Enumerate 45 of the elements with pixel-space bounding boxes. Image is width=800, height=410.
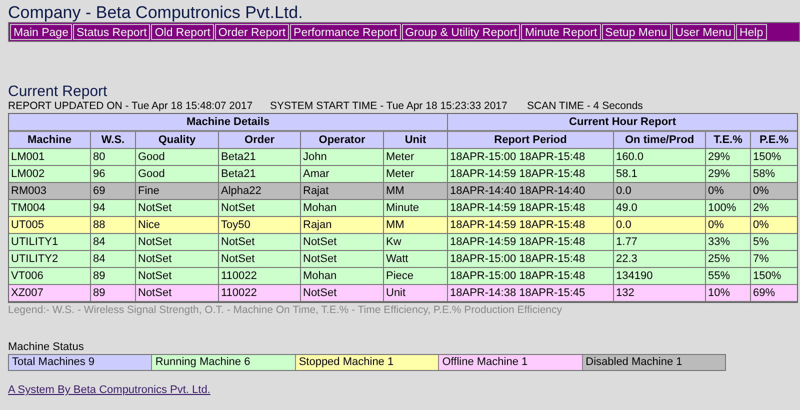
report-updated-text: REPORT UPDATED ON - Tue Apr 18 15:48:07 2017 (8, 100, 254, 112)
footer-link[interactable]: A System By Beta Computronics Pvt. Ltd. (8, 384, 210, 396)
menu-item[interactable]: Minute Report (521, 24, 601, 40)
system-start-text: SYSTEM START TIME - Tue Apr 18 15:23:33 2017 (270, 100, 508, 112)
status-summary-cell: Total Machines 9 (9, 355, 152, 370)
table-cell: 132 (614, 285, 706, 302)
column-header: Quality (136, 132, 219, 149)
table-cell: XZ007 (9, 285, 91, 302)
menu-item[interactable]: Help (736, 24, 767, 40)
status-summary-cell: Stopped Machine 1 (296, 355, 440, 370)
column-header: Machine (9, 132, 91, 149)
table-cell: 89 (91, 285, 136, 302)
menu-item[interactable]: Setup Menu (602, 24, 671, 40)
legend-text: Legend:- W.S. - Wireless Signal Strength, O.T. - Machine On Time, T.E.% - Time Efficiency, P.E.% Production Efficiency (8, 304, 564, 316)
column-header: P.E.% (751, 132, 798, 149)
table-cell: Unit (384, 285, 448, 302)
menu-item[interactable]: User Menu (672, 24, 735, 40)
column-header: W.S. (91, 132, 136, 149)
column-header: Unit (384, 132, 448, 149)
menu-item[interactable]: Status Report (72, 24, 150, 40)
table-cell: 69% (751, 285, 798, 302)
section-title: Machine Status (8, 341, 85, 354)
table-cell: 10% (706, 285, 752, 302)
table-cell: 110022 (219, 285, 301, 302)
report-title: Current Report (8, 83, 108, 100)
column-header: On time/Prod (614, 132, 706, 149)
column-header: Report Period (448, 132, 614, 149)
menu-item[interactable]: Performance Report (290, 24, 401, 40)
menu-item[interactable]: Old Report (151, 24, 214, 40)
status-summary-cell: Offline Machine 1 (439, 355, 583, 370)
column-header: Order (219, 132, 301, 149)
table-cell: 18APR-14:38 18APR-15:45 (448, 285, 614, 302)
column-header: T.E.% (706, 132, 752, 149)
status-summary-cell: Disabled Machine 1 (582, 355, 726, 370)
menu-item[interactable]: Group & Utility Report (402, 24, 520, 40)
company-title: Company - Beta Computronics Pvt.Ltd. (8, 2, 304, 22)
table-cell: NotSet (136, 285, 219, 302)
menu-item[interactable]: Order Report (214, 24, 290, 40)
status-summary-cell: Running Machine 6 (152, 355, 296, 370)
menu-item[interactable]: Main Page (10, 24, 72, 40)
group-header: Machine Details (9, 114, 448, 132)
scan-time-text: SCAN TIME - 4 Seconds (527, 100, 643, 112)
table-cell: NotSet (301, 285, 384, 302)
group-header: Current Hour Report (448, 114, 798, 132)
column-header: Operator (301, 132, 384, 149)
